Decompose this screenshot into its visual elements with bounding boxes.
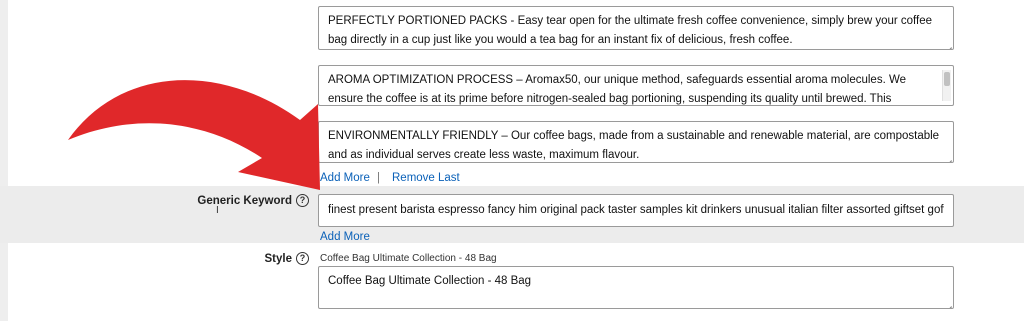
red-arrow-icon (68, 80, 320, 190)
red-arrow-shape (68, 80, 320, 190)
